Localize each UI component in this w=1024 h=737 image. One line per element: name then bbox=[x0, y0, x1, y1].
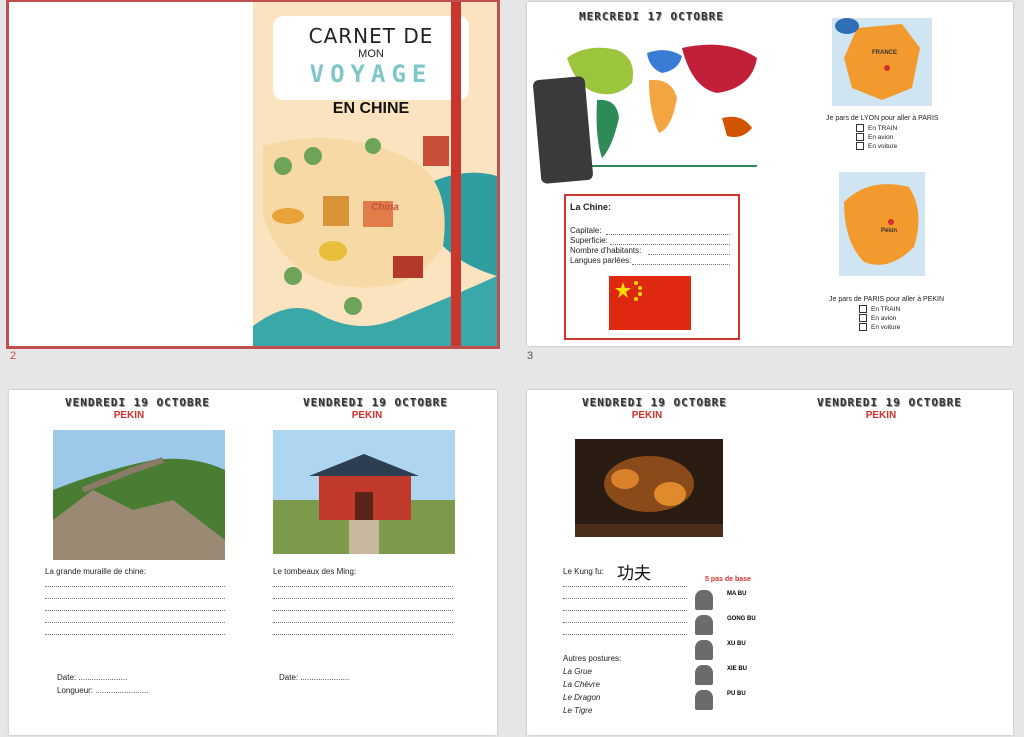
posture-2: La Chèvre bbox=[563, 680, 600, 689]
answer-line bbox=[563, 598, 687, 599]
q1-option-avion[interactable]: En avion bbox=[856, 133, 897, 142]
kungfu-figure-icon bbox=[695, 640, 713, 660]
kungfu-figure-icon bbox=[695, 590, 713, 610]
kungfu-figure-icon bbox=[695, 690, 713, 710]
great-wall-caption: La grande muraille de chine: bbox=[45, 567, 146, 576]
kungfu-chinese-chars: 功夫 bbox=[617, 559, 651, 584]
great-wall-length: Longueur: ........................ bbox=[57, 686, 149, 695]
answer-line bbox=[563, 634, 687, 635]
slide-thumbnail-5[interactable]: VENDREDI 19 OCTOBRE PEKIN VENDREDI 19 OC… bbox=[527, 390, 1013, 735]
q2-option-voiture[interactable]: En voiture bbox=[859, 323, 900, 332]
answer-line bbox=[273, 634, 453, 635]
ming-tombs-photo bbox=[273, 430, 455, 554]
field-capitale: Capitale: bbox=[570, 226, 602, 235]
answer-line bbox=[45, 610, 225, 611]
step-label: XU BU bbox=[727, 641, 746, 647]
ming-tombs-caption: Le tombeaux des Ming: bbox=[273, 567, 356, 576]
france-map-label: FRANCE bbox=[872, 50, 897, 56]
step-item: XU BU bbox=[693, 638, 763, 663]
field-line bbox=[632, 264, 730, 265]
answer-line bbox=[45, 586, 225, 587]
ming-tombs-date: Date: ...................... bbox=[279, 673, 349, 682]
china-box-title: La Chine: bbox=[570, 202, 611, 212]
slide-number-3: 3 bbox=[527, 350, 533, 362]
answer-line bbox=[273, 622, 453, 623]
step-item: GONG BU bbox=[693, 613, 763, 638]
postures-title: Autres postures: bbox=[563, 654, 621, 663]
cover-title-3: VOYAGE bbox=[273, 60, 469, 88]
steps-title: 5 pas de base bbox=[705, 576, 751, 583]
q1-options: En TRAIN En avion En voiture bbox=[856, 124, 897, 151]
field-habitants: Nombre d'habitants: bbox=[570, 246, 641, 255]
field-line bbox=[648, 254, 730, 255]
answer-line bbox=[563, 622, 687, 623]
answer-line bbox=[563, 610, 687, 611]
cover-title-4: EN CHINE bbox=[273, 100, 469, 118]
slide5-right-city: PEKIN bbox=[861, 410, 901, 421]
q2-question: Je pars de PARIS pour aller à PEKIN bbox=[829, 296, 944, 303]
slide4-right-city: PEKIN bbox=[347, 410, 387, 421]
answer-line bbox=[273, 610, 453, 611]
q2-option-train[interactable]: En TRAIN bbox=[859, 305, 900, 314]
map-legend bbox=[533, 76, 594, 184]
step-item: PU BU bbox=[693, 688, 763, 713]
q1-question: Je pars de LYON pour aller à PARIS bbox=[826, 115, 939, 122]
posture-3: Le Dragon bbox=[563, 693, 600, 702]
answer-line bbox=[45, 622, 225, 623]
slide-number-2: 2 bbox=[10, 350, 16, 362]
posture-4: Le Tigre bbox=[563, 706, 592, 715]
slide-thumbnail-3[interactable]: MERCREDI 17 OCTOBRE La Chine: Capitale: … bbox=[527, 2, 1013, 346]
cover-page: CARNET DE MON VOYAGE EN CHINE China bbox=[253, 2, 497, 346]
slide-thumbnail-2[interactable]: CARNET DE MON VOYAGE EN CHINE China bbox=[9, 2, 497, 346]
step-label: PU BU bbox=[727, 691, 746, 697]
q2-options: En TRAIN En avion En voiture bbox=[859, 305, 900, 332]
steps-list: MA BU GONG BU XU BU XIE BU PU BU bbox=[693, 588, 763, 713]
china-flag bbox=[609, 276, 691, 330]
cover-title-1: CARNET DE bbox=[273, 24, 469, 48]
slide4-left-header: VENDREDI 19 OCTOBRE bbox=[65, 396, 210, 409]
step-item: MA BU bbox=[693, 588, 763, 613]
field-line bbox=[610, 244, 730, 245]
field-langues: Langues parlées: bbox=[570, 256, 631, 265]
step-item: XIE BU bbox=[693, 663, 763, 688]
cover-red-band bbox=[451, 2, 461, 346]
answer-line bbox=[273, 586, 453, 587]
slide-thumbnail-4[interactable]: VENDREDI 19 OCTOBRE PEKIN VENDREDI 19 OC… bbox=[9, 390, 497, 735]
great-wall-photo bbox=[53, 430, 225, 560]
q2-option-avion[interactable]: En avion bbox=[859, 314, 900, 323]
china-map-label: Pékin bbox=[881, 228, 897, 234]
field-line bbox=[606, 234, 730, 235]
kungfu-photo bbox=[575, 439, 723, 537]
kungfu-figure-icon bbox=[695, 615, 713, 635]
answer-line bbox=[45, 634, 225, 635]
field-superficie: Superficie: bbox=[570, 236, 608, 245]
slide4-right-header: VENDREDI 19 OCTOBRE bbox=[303, 396, 448, 409]
slide5-right-header: VENDREDI 19 OCTOBRE bbox=[817, 396, 962, 409]
kungfu-label: Le Kung fu: bbox=[563, 567, 604, 576]
slide3-header: MERCREDI 17 OCTOBRE bbox=[579, 10, 724, 23]
step-label: XIE BU bbox=[727, 666, 747, 672]
cover-title-2: MON bbox=[273, 48, 469, 60]
step-label: MA BU bbox=[727, 591, 746, 597]
china-small-map: Pékin bbox=[839, 172, 925, 276]
kungfu-figure-icon bbox=[695, 665, 713, 685]
answer-line bbox=[563, 586, 687, 587]
slide4-left-city: PEKIN bbox=[109, 410, 149, 421]
slide5-left-city: PEKIN bbox=[627, 410, 667, 421]
slide5-left-header: VENDREDI 19 OCTOBRE bbox=[582, 396, 727, 409]
globe-icon bbox=[835, 18, 859, 34]
q1-option-train[interactable]: En TRAIN bbox=[856, 124, 897, 133]
map-label-china: China bbox=[371, 202, 399, 213]
answer-line bbox=[45, 598, 225, 599]
great-wall-date: Date: ...................... bbox=[57, 673, 127, 682]
posture-1: La Grue bbox=[563, 667, 592, 676]
china-info-box: La Chine: Capitale: Superficie: Nombre d… bbox=[564, 194, 740, 340]
step-label: GONG BU bbox=[727, 616, 756, 622]
q1-option-voiture[interactable]: En voiture bbox=[856, 142, 897, 151]
answer-line bbox=[273, 598, 453, 599]
